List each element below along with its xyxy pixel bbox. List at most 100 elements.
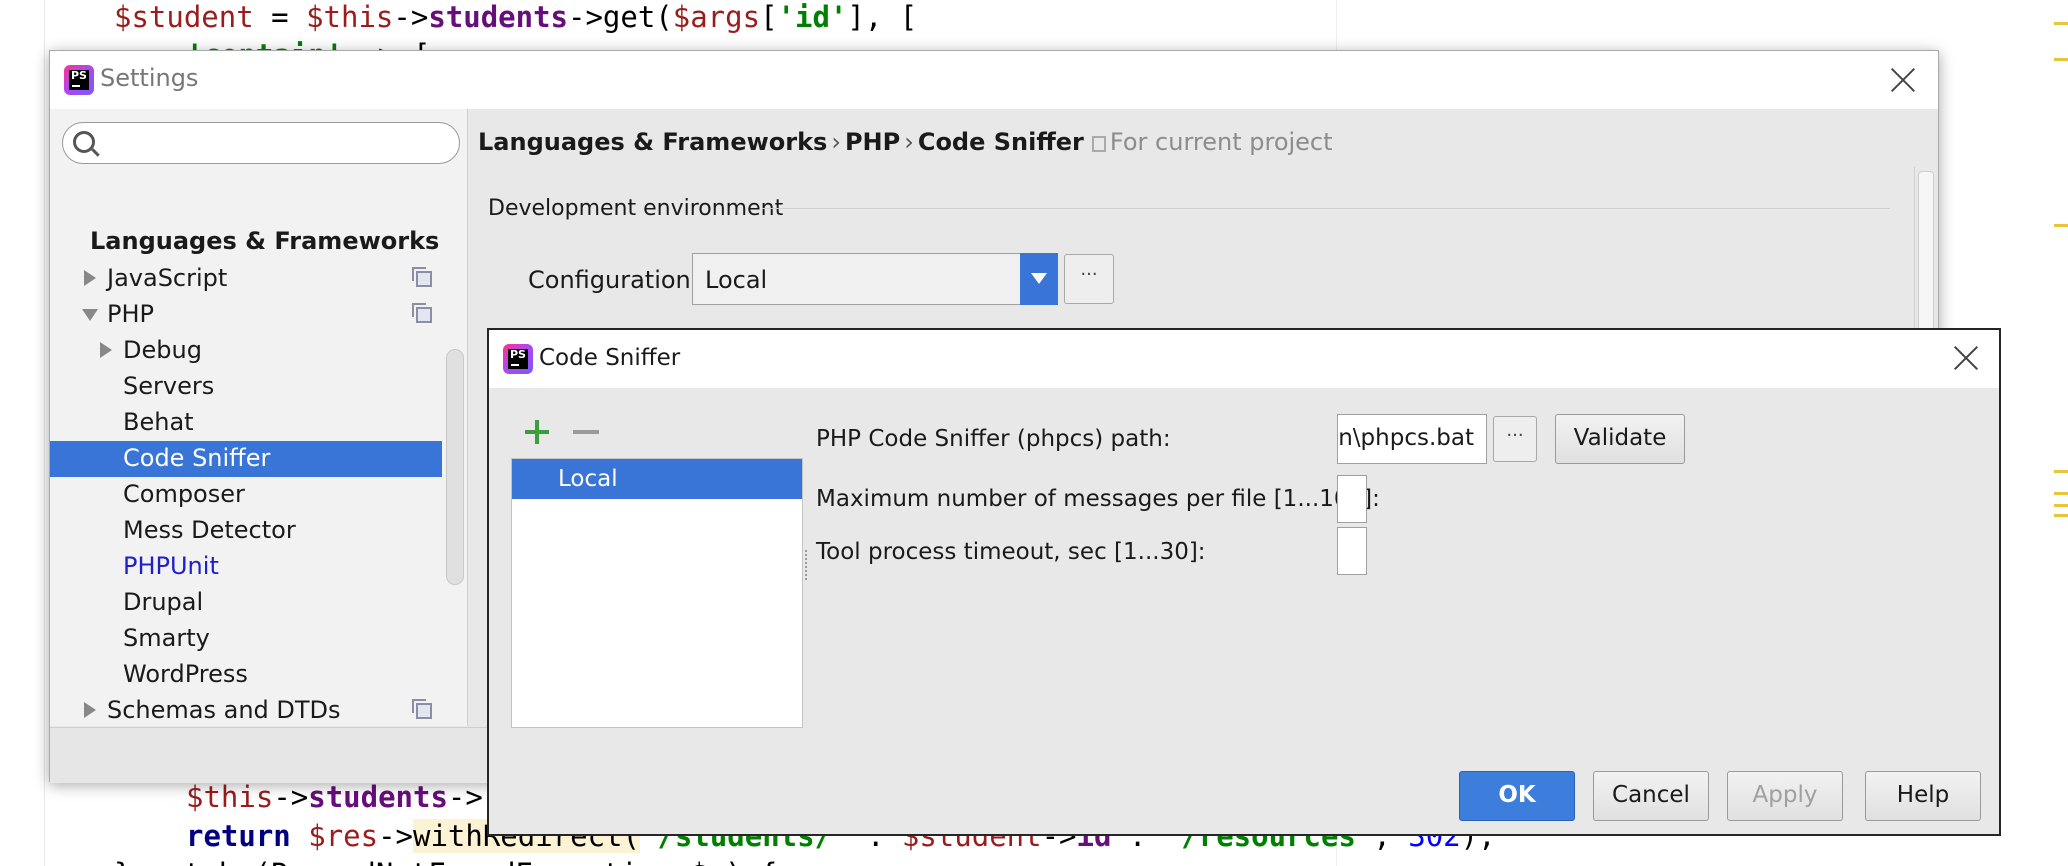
sidebar-item-javascript[interactable]: JavaScript [50, 261, 442, 297]
code-token: -> [568, 0, 603, 34]
cancel-button[interactable]: Cancel [1593, 771, 1709, 821]
code-sniffer-close-icon[interactable] [1953, 345, 1979, 371]
code-token: -> [378, 819, 413, 853]
expand-arrow-icon[interactable] [84, 270, 96, 286]
code-token: 'id' [777, 0, 848, 34]
sidebar-item-composer[interactable]: Composer [50, 477, 442, 513]
phpcs-path-label: PHP Code Sniffer (phpcs) path: [816, 426, 1171, 452]
timeout-input[interactable] [1337, 527, 1367, 575]
code-token: $res [308, 819, 379, 853]
apply-button[interactable]: Apply [1727, 771, 1843, 821]
settings-sidebar: Languages & Frameworks JavaScript PHP De… [50, 109, 468, 726]
breadcrumb-separator: › [904, 128, 914, 156]
settings-search-box[interactable] [62, 122, 460, 164]
help-button[interactable]: Help [1865, 771, 1981, 821]
add-icon[interactable] [525, 420, 549, 444]
phpcs-path-value: n\phpcs.bat [1338, 425, 1474, 451]
code-token: ], [ [847, 0, 918, 34]
project-scope-icon [412, 699, 432, 719]
settings-title: Settings [100, 64, 199, 92]
code-token: -> [447, 780, 483, 814]
sidebar-item-label: WordPress [123, 660, 248, 688]
remove-icon[interactable] [573, 430, 599, 434]
sidebar-scrollbar[interactable] [446, 349, 464, 585]
sidebar-item-label: Smarty [123, 624, 210, 652]
scrollbar-marker [2054, 224, 2068, 227]
sidebar-item-servers[interactable]: Servers [50, 369, 442, 405]
code-sniffer-title: Code Sniffer [539, 345, 681, 371]
breadcrumb-item: PHP [844, 128, 901, 156]
project-scope-icon [412, 303, 432, 323]
sidebar-item-code-sniffer[interactable]: Code Sniffer [50, 441, 442, 477]
max-messages-label: Maximum number of messages per file [1..… [816, 486, 1380, 512]
sidebar-item-label: JavaScript [107, 264, 228, 292]
settings-close-icon[interactable] [1890, 67, 1916, 93]
configuration-label: Configuration: [528, 266, 699, 294]
scrollbar-marker [2054, 22, 2068, 25]
configuration-select[interactable]: Local [692, 253, 1058, 305]
code-token: -> [393, 0, 429, 34]
sidebar-item-schemas-and-dtds[interactable]: Schemas and DTDs [50, 693, 442, 729]
chevron-down-icon [1031, 273, 1047, 284]
sidebar-item-php[interactable]: PHP [50, 297, 442, 333]
dropdown-button[interactable] [1020, 253, 1058, 305]
section-title: Development environment [488, 196, 784, 221]
breadcrumb-separator: › [831, 128, 841, 156]
sidebar-item-debug[interactable]: Debug [50, 333, 442, 369]
timeout-label: Tool process timeout, sec [1...30]: [816, 539, 1206, 565]
code-token: students [428, 0, 568, 34]
code-token: $this [186, 780, 274, 814]
configuration-browse-button[interactable]: ··· [1064, 254, 1114, 304]
code-sniffer-titlebar[interactable]: PS Code Sniffer [489, 330, 1999, 388]
sidebar-item-smarty[interactable]: Smarty [50, 621, 442, 657]
code-token: get( [602, 0, 673, 34]
configuration-value: Local [705, 266, 768, 294]
configuration-list: Local [511, 458, 803, 728]
sidebar-item-label: Composer [123, 480, 245, 508]
breadcrumb-item: Languages & Frameworks [478, 128, 828, 156]
section-divider [762, 208, 1890, 209]
sidebar-item-behat[interactable]: Behat [50, 405, 442, 441]
breadcrumb: Languages & Frameworks › PHP › Code Sniffer F… [478, 128, 1333, 156]
code-line-5: } catch (RecordNotFoundException $e) { [114, 857, 777, 866]
code-token: return [186, 819, 291, 853]
scrollbar-marker [2054, 514, 2068, 517]
scrollbar-marker [2054, 58, 2068, 61]
phpstorm-app-icon: PS [503, 344, 533, 374]
sidebar-item-label: Schemas and DTDs [107, 696, 341, 724]
sidebar-item-drupal[interactable]: Drupal [50, 585, 442, 621]
ok-button[interactable]: OK [1459, 771, 1575, 821]
max-messages-input[interactable] [1337, 475, 1367, 523]
code-token: [ [760, 0, 778, 34]
sidebar-item-label: Debug [123, 336, 202, 364]
collapse-arrow-icon[interactable] [82, 309, 98, 321]
validate-button[interactable]: Validate [1555, 414, 1685, 464]
tree-header-languages-frameworks[interactable]: Languages & Frameworks [90, 227, 439, 255]
expand-arrow-icon[interactable] [100, 342, 112, 358]
settings-titlebar[interactable]: PS Settings [50, 51, 1938, 109]
settings-search-input[interactable] [103, 127, 443, 159]
search-icon [73, 131, 95, 153]
list-item-label: Local [558, 466, 618, 492]
editor-gutter-divider [44, 0, 45, 866]
scrollbar-marker [2054, 504, 2068, 507]
list-item-local[interactable]: Local [512, 459, 802, 499]
sidebar-item-label: PHPUnit [123, 552, 219, 580]
sidebar-item-label: Drupal [123, 588, 204, 616]
code-token: students [308, 780, 448, 814]
expand-arrow-icon[interactable] [84, 702, 96, 718]
phpcs-path-browse-button[interactable]: ··· [1493, 416, 1537, 462]
code-token: $this [306, 0, 394, 34]
code-line-3: $this->students-> [186, 780, 483, 814]
sidebar-item-label: PHP [107, 300, 154, 328]
splitter-handle[interactable] [805, 550, 811, 580]
project-scope-icon [1091, 136, 1106, 152]
code-token: $student [114, 0, 254, 34]
sidebar-item-mess-detector[interactable]: Mess Detector [50, 513, 442, 549]
sidebar-item-wordpress[interactable]: WordPress [50, 657, 442, 693]
code-sniffer-dialog: PS Code Sniffer Local PHP Code Sniffer (… [487, 328, 2001, 836]
phpcs-path-input[interactable]: n\phpcs.bat [1337, 414, 1487, 464]
sidebar-item-label: Code Sniffer [123, 444, 271, 472]
sidebar-item-phpunit[interactable]: PHPUnit [50, 549, 442, 585]
